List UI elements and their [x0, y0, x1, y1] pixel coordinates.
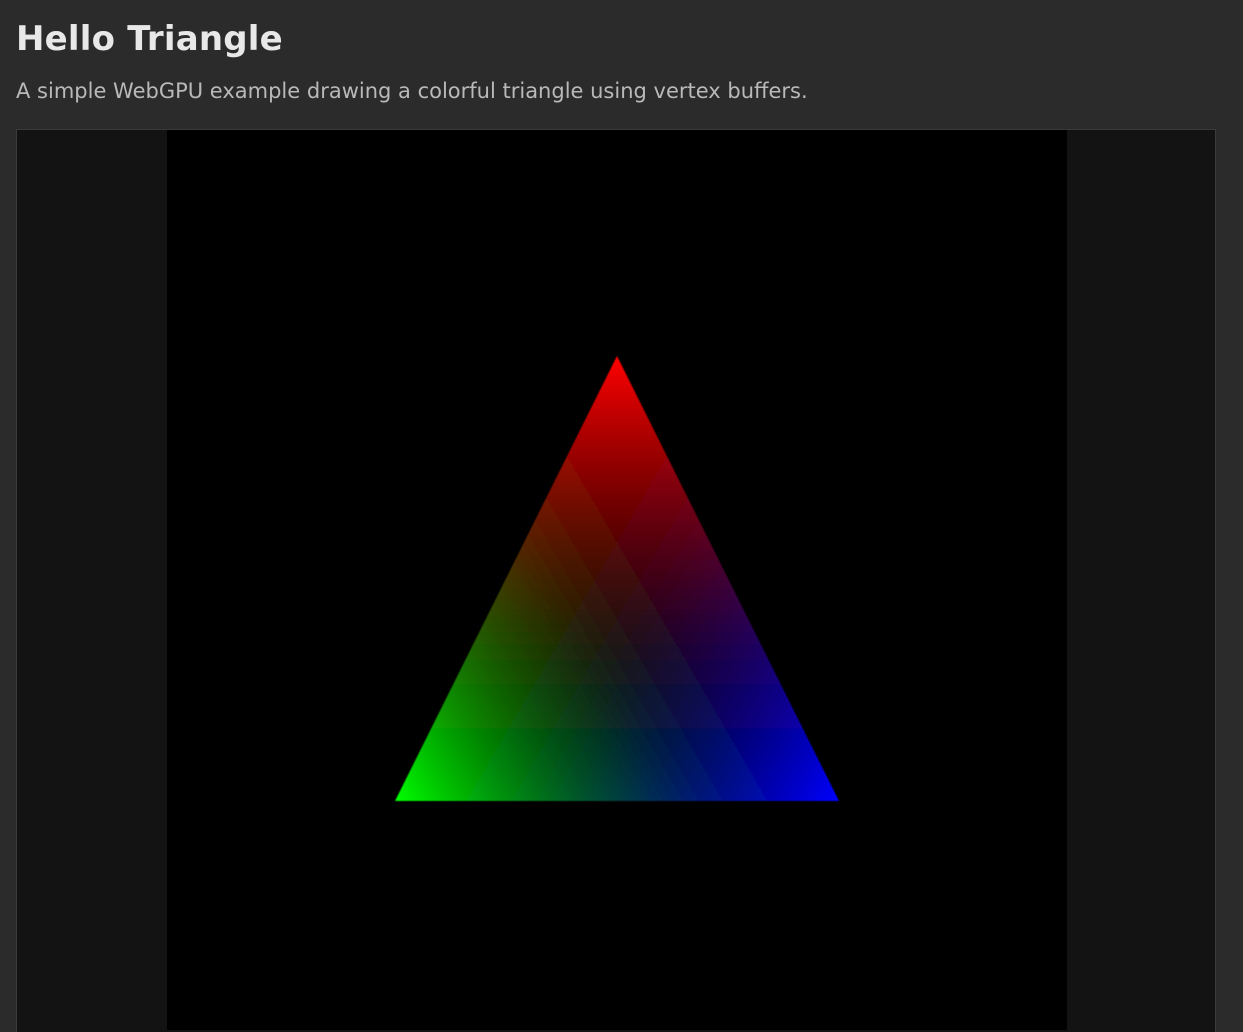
- page-title: Hello Triangle: [16, 19, 283, 59]
- page: Hello Triangle A simple WebGPU example d…: [0, 0, 1243, 1032]
- page-description: A simple WebGPU example drawing a colorf…: [16, 79, 808, 103]
- webgpu-canvas[interactable]: [167, 130, 1067, 1030]
- render-viewport: [16, 129, 1216, 1032]
